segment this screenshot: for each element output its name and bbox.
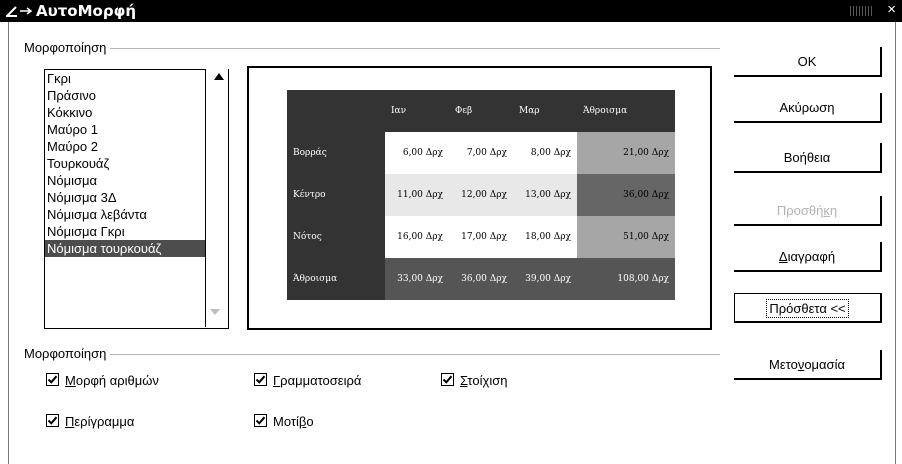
format-list-items: Γκρι Πράσινο Κόκκινο Μαύρο 1 Μαύρο 2 Τουρκουά… [45,70,228,257]
preview-row-label: Κέντρο [287,174,385,216]
scroll-up-icon [214,73,224,80]
preview-cell: 33,00 Δρχ [385,258,449,300]
scroll-up-button[interactable] [205,69,228,86]
scrollbar[interactable] [205,85,228,327]
list-item[interactable]: Νόμισμα τουρκουάζ [45,240,228,257]
preview-header: Ιαν [385,90,449,132]
rename-label-text-end: ομασία [804,357,845,372]
preview-cell: 8,00 Δρχ [513,132,577,174]
delete-label-key: Δ [778,249,788,264]
preview-row-label: Νότος [287,216,385,258]
checkbox-box [254,414,267,427]
rename-button[interactable]: Μετονομασία [734,350,882,380]
preview-panel: Ιαν Φεβ Μαρ Άθροισμα Βορράς 6,00 Δρχ 7,0… [247,66,712,330]
preview-cell: 17,00 Δρχ [449,216,513,258]
autoformat-icon [6,6,32,17]
title-bar: ΑυτοΜορφή × [0,0,902,22]
border-label: ερίγραμμα [74,414,135,429]
pattern-checkbox[interactable]: Μοτίβο [254,414,314,430]
checkbox-box [46,414,59,427]
rename-label: Μετονομασία [769,357,845,372]
more-button[interactable]: Πρόσθετα << [734,293,882,323]
list-item[interactable]: Μαύρο 1 [45,121,228,138]
preview-row-label: Άθροισμα [287,258,385,300]
preview-cell: 12,00 Δρχ [449,174,513,216]
font-checkbox[interactable]: Γραμματοσειρά [254,373,361,389]
preview-cell: 39,00 Δρχ [513,258,577,300]
add-label: Προσθήκη [777,203,837,218]
list-item[interactable]: Νόμισμα 3Δ [45,189,228,206]
list-item[interactable]: Τουρκουάζ [45,155,228,172]
check-icon [47,416,58,425]
preview-cell: 16,00 Δρχ [385,216,449,258]
add-button[interactable]: Προσθήκη [734,196,882,226]
ok-button[interactable]: OK [734,47,882,77]
check-icon [442,375,453,384]
preview-row-label: Βορράς [287,132,385,174]
checkbox-box [254,373,267,386]
preview-sum-cell: 108,00 Δρχ [577,258,675,300]
help-label: Βοήθεια [783,150,831,165]
delete-label-text: ιαγραφή [787,249,836,264]
check-icon [255,375,266,384]
more-label: Πρόσθετα << [766,299,849,318]
alignment-checkbox[interactable]: Στοίχιση [441,373,507,389]
preview-cell: 13,00 Δρχ [513,174,577,216]
number-format-checkbox[interactable]: Μορφή αριθμών [46,373,159,389]
list-item[interactable]: Γκρι [45,70,228,87]
options-group-line [110,354,720,355]
scroll-down-icon[interactable] [210,309,220,315]
preview-corner [287,90,385,132]
list-item[interactable]: Πράσινο [45,87,228,104]
list-item[interactable]: Μαύρο 2 [45,138,228,155]
delete-label: Διαγραφή [779,249,835,264]
preview-cell: 11,00 Δρχ [385,174,449,216]
delete-button[interactable]: Διαγραφή [734,242,882,272]
preview-header: Μαρ [513,90,577,132]
options-group-label: Μορφοποίηση [24,346,111,361]
preview-sum-cell: 36,00 Δρχ [577,174,675,216]
preview-cell: 36,00 Δρχ [449,258,513,300]
preview-sum-cell: 51,00 Δρχ [577,216,675,258]
font-label: ραμματοσειρά [280,373,362,388]
number-format-key: Μ [65,373,76,388]
pattern-label: Μοτί [273,414,299,429]
add-label-text: Προσθή [776,203,824,218]
check-icon [255,416,266,425]
border-key: Π [65,414,75,429]
rename-label-text: Μετο [769,357,798,372]
cancel-button[interactable]: Ακύρωση [734,93,882,123]
check-icon [47,375,58,384]
cancel-label: Ακύρωση [779,100,835,115]
preview-header: Φεβ [449,90,513,132]
preview-cell: 18,00 Δρχ [513,216,577,258]
preview-header: Άθροισμα [577,90,675,132]
preview-cell: 6,00 Δρχ [385,132,449,174]
list-item[interactable]: Νόμισμα λεβάντα [45,206,228,223]
preview-cell: 7,00 Δρχ [449,132,513,174]
format-group-label: Μορφοποίηση [24,40,111,55]
window-title: ΑυτοΜορφή [36,2,136,20]
help-button[interactable]: Βοήθεια [734,143,882,173]
alignment-label: τοίχιση [467,373,508,388]
preview-table: Ιαν Φεβ Μαρ Άθροισμα Βορράς 6,00 Δρχ 7,0… [287,90,675,300]
list-item[interactable]: Νόμισμα [45,172,228,189]
resize-grip [850,6,874,16]
checkbox-box [46,373,59,386]
format-group-line [110,48,720,49]
format-list[interactable]: Γκρι Πράσινο Κόκκινο Μαύρο 1 Μαύρο 2 Τουρκουά… [44,69,229,329]
ok-label: OK [797,54,817,69]
pattern-label-end: ο [306,414,314,429]
close-button[interactable]: × [887,1,896,19]
number-format-label: ορφή αριθμών [75,373,159,388]
preview-sum-cell: 21,00 Δρχ [577,132,675,174]
list-item[interactable]: Κόκκινο [45,104,228,121]
add-label-text-end: η [829,203,838,218]
border-checkbox[interactable]: Περίγραμμα [46,414,134,430]
list-item[interactable]: Νόμισμα Γκρι [45,223,228,240]
checkbox-box [441,373,454,386]
